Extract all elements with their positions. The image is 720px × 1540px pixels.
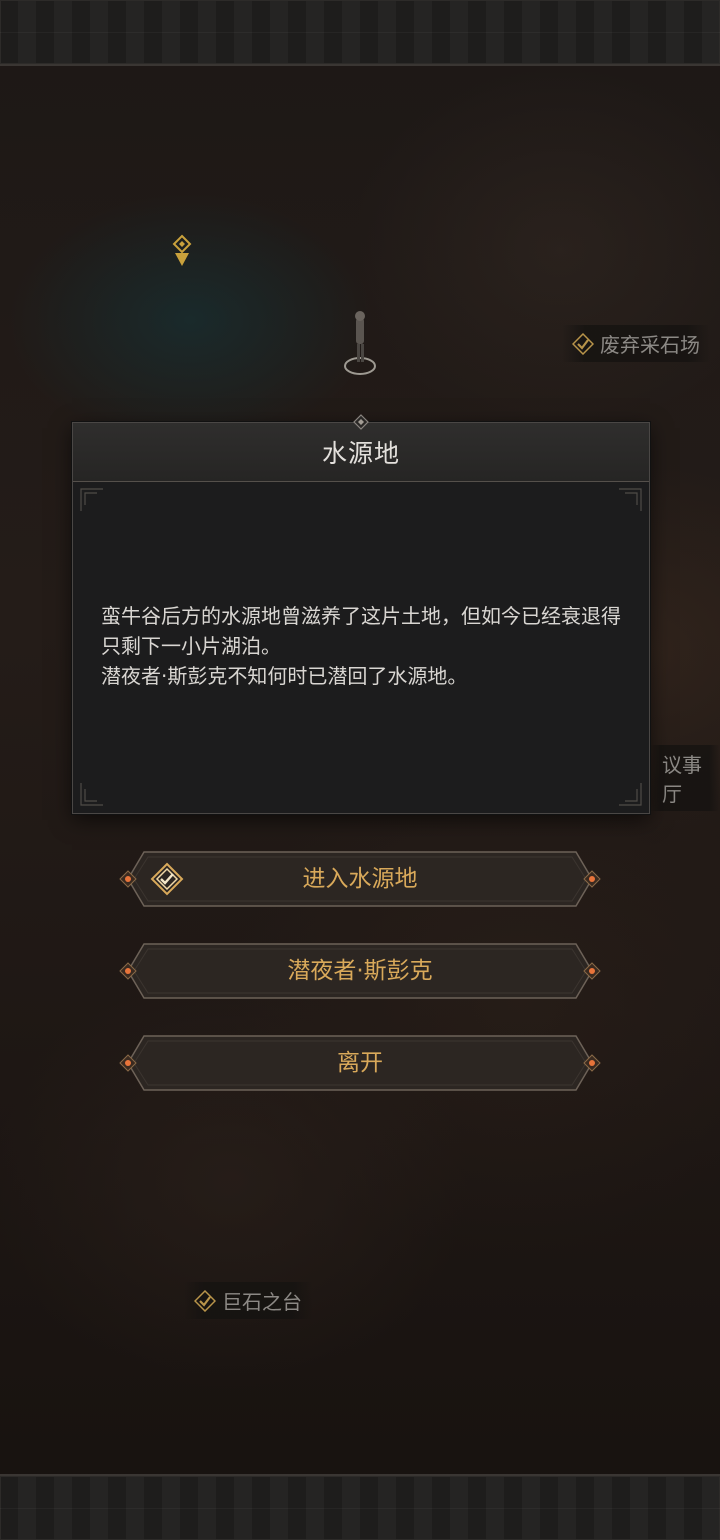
top-ornate-frame [0, 0, 720, 66]
checkmark-icon [572, 332, 594, 355]
option-leave-button[interactable]: 离开 [114, 1032, 606, 1094]
player-character-icon [344, 311, 376, 375]
bottom-ornate-frame [0, 1474, 720, 1540]
map-location-hall[interactable]: 议事厅 [650, 745, 720, 811]
location-dialog: 水源地 蛮牛谷后方的水源地曾滋养了这片土地，但如今已经衰退得只剩下一小片湖泊。 … [72, 414, 650, 814]
game-screen: 废弃采石场 议事厅 巨石之台 水源地 蛮牛谷后方的水源地曾滋养了这片土地，但如今… [0, 0, 720, 1540]
map-location-label: 议事厅 [662, 753, 702, 806]
option-label: 进入水源地 [302, 866, 418, 892]
header-gem-icon [353, 414, 369, 430]
option-nightstalker-button[interactable]: 潜夜者·斯彭克 [114, 940, 606, 1002]
corner-ornament-icon [80, 783, 103, 806]
quest-marker-icon[interactable] [172, 234, 192, 268]
map-location-stone-platform[interactable]: 巨石之台 [184, 1282, 312, 1319]
dialog-description: 蛮牛谷后方的水源地曾滋养了这片土地，但如今已经衰退得只剩下一小片湖泊。 潜夜者·… [101, 601, 625, 691]
option-label: 离开 [337, 1050, 383, 1076]
option-label: 潜夜者·斯彭克 [287, 958, 433, 984]
map-location-label: 巨石之台 [222, 1290, 302, 1314]
map-location-label: 废弃采石场 [600, 333, 700, 357]
description-paragraph: 蛮牛谷后方的水源地曾滋养了这片土地，但如今已经衰退得只剩下一小片湖泊。 [101, 604, 621, 658]
corner-ornament-icon [619, 783, 642, 806]
map-location-quarry[interactable]: 废弃采石场 [562, 325, 710, 362]
option-enter-water-source-button[interactable]: 进入水源地 [114, 848, 606, 910]
dialog-header: 水源地 [73, 423, 649, 482]
checkmark-icon [194, 1289, 216, 1312]
corner-ornament-icon [80, 488, 103, 511]
dialog-title: 水源地 [321, 439, 400, 468]
description-paragraph: 潜夜者·斯彭克不知何时已潜回了水源地。 [101, 664, 468, 688]
corner-ornament-icon [619, 488, 642, 511]
